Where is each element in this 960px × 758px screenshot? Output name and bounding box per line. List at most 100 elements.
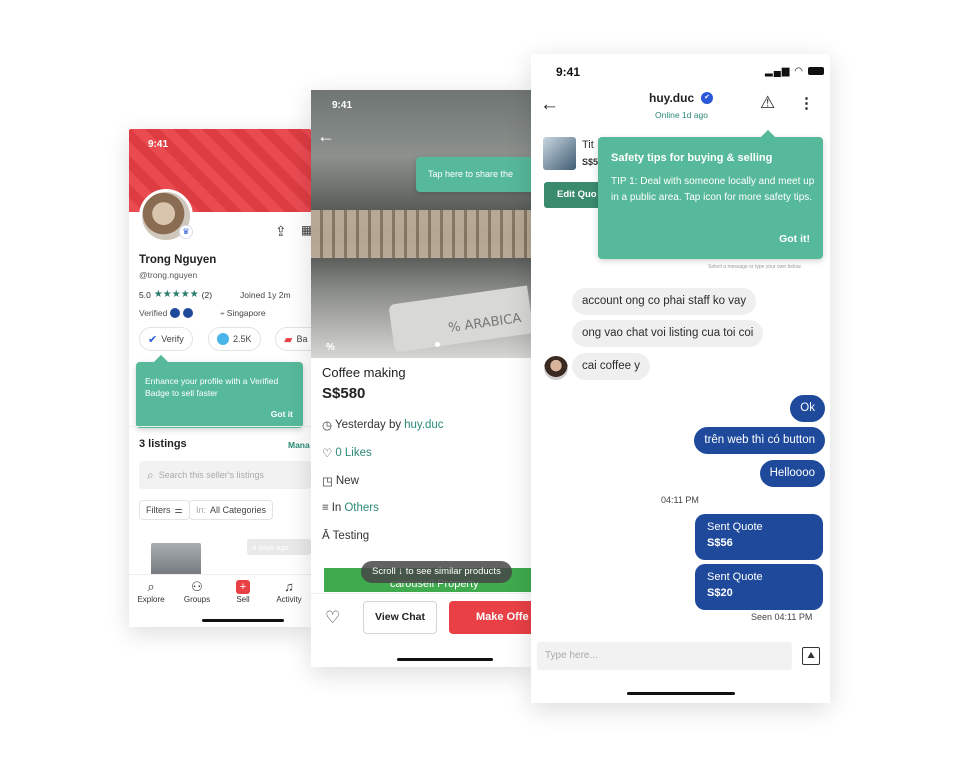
profile-handle: @trong.nguyen	[139, 270, 198, 280]
bag-icon: ▰	[284, 333, 293, 346]
outgoing-message[interactable]: Helloooo	[759, 460, 825, 487]
incoming-message[interactable]: ong vao chat voi listing cua toi coi	[572, 320, 764, 347]
listing-photo[interactable]: % ARABICA %	[311, 90, 531, 358]
status-time: 9:41	[148, 139, 169, 150]
view-chat-button[interactable]: View Chat	[363, 601, 437, 634]
nav-sell[interactable]: + Sell	[221, 579, 265, 604]
listing-age: 4 days ago	[252, 543, 289, 552]
tooltip-text: Enhance your profile with a Verified Bad…	[145, 376, 279, 398]
nav-groups-label: Groups	[183, 595, 211, 604]
qr-code-icon[interactable]: ▦	[301, 223, 311, 237]
share-icon[interactable]: ⇪	[275, 223, 287, 240]
manage-link[interactable]: Mana	[288, 440, 310, 450]
condition-value: New	[335, 475, 359, 487]
listings-count: 3 listings	[139, 438, 187, 450]
search-icon: ⌕	[147, 579, 155, 594]
signal-icon: ▂▄▆	[765, 66, 791, 77]
category-filter-select[interactable]: In: All Categories	[189, 500, 274, 520]
description-text: Testing	[332, 530, 370, 542]
home-indicator	[627, 692, 735, 695]
back-arrow-icon[interactable]: ←	[540, 94, 559, 116]
online-status: Online 1d ago	[655, 110, 708, 120]
incoming-message[interactable]: cai coffee y	[572, 353, 650, 380]
back-arrow-icon[interactable]: ←	[317, 126, 335, 147]
category-link[interactable]: Others	[344, 502, 379, 514]
status-time: 9:41	[332, 100, 353, 111]
likes-row[interactable]: ♡ 0 Likes	[322, 446, 372, 460]
listing-card-meta: 4 days ago	[247, 539, 311, 555]
text-icon: Ā	[322, 530, 330, 542]
likes-count[interactable]: 0 Likes	[335, 447, 371, 459]
carousel-dot	[435, 342, 440, 347]
status-time: 9:41	[556, 65, 581, 79]
contact-avatar[interactable]	[544, 356, 568, 380]
nav-explore-label: Explore	[137, 595, 165, 604]
cups-shelf	[311, 210, 531, 258]
crown-badge-icon: ♛	[179, 225, 193, 239]
verified-badge-icon: ✔	[701, 92, 713, 104]
sent-quote-card[interactable]: Sent Quote S$20	[695, 564, 823, 610]
more-options-icon[interactable]: ⋮	[799, 94, 814, 112]
safety-got-it-button[interactable]: Got it!	[779, 233, 810, 245]
safety-tips-tooltip: Safety tips for buying & selling TIP 1: …	[598, 129, 823, 259]
review-count: (2)	[201, 289, 213, 300]
groups-icon: ⚇	[191, 579, 203, 594]
profile-name: Trong Nguyen	[139, 254, 217, 266]
chat-screen: 9:41 ▂▄▆ ◠ ← huy.duc ✔ Online 1d ago ⚠ ⋮…	[531, 54, 830, 703]
outgoing-message[interactable]: Ok	[790, 395, 825, 422]
coins-label: 2.5K	[233, 334, 252, 344]
image-upload-icon[interactable]: ⛰	[802, 647, 820, 665]
verified-badge-icon: ✔	[148, 333, 158, 346]
divider	[311, 593, 531, 594]
chat-username[interactable]: huy.duc	[649, 91, 694, 105]
bottom-nav: ⌕ Explore ⚇ Groups + Sell ♫ Activity	[129, 574, 311, 627]
phone-verified-icon	[170, 308, 181, 318]
seller-link[interactable]: huy.duc	[404, 419, 443, 431]
filter-sliders-icon: ⚌	[174, 504, 183, 515]
quick-reply-hint: Select a message or type your own below.	[708, 264, 802, 270]
listing-title: Coffee making	[322, 365, 406, 380]
nav-groups[interactable]: ⚇ Groups	[175, 579, 219, 604]
location-pin-icon: ⌖	[220, 308, 225, 318]
verify-pill[interactable]: ✔ Verify	[139, 327, 193, 351]
product-thumbnail[interactable]	[543, 137, 576, 170]
filters-label: Filters	[146, 505, 171, 515]
nav-activity-label: Activity	[276, 595, 302, 604]
safety-title: Safety tips for buying & selling	[611, 152, 773, 164]
make-offer-button[interactable]: Make Offe	[449, 601, 531, 634]
listing-search-input[interactable]: ⌕ Search this seller's listings	[139, 461, 311, 489]
scroll-hint: Scroll ↓ to see similar products	[361, 561, 512, 583]
incoming-message[interactable]: account ong co phai staff ko vay	[572, 288, 757, 315]
list-icon: ≡	[322, 502, 329, 514]
coins-pill[interactable]: 2.5K	[208, 327, 261, 351]
email-verified-icon	[183, 308, 194, 318]
nav-explore[interactable]: ⌕ Explore	[129, 579, 173, 604]
message-input[interactable]: Type here...	[537, 642, 792, 670]
bag-pill[interactable]: ▰ Ba	[275, 327, 311, 351]
seen-receipt: Seen 04:11 PM	[751, 612, 813, 622]
category-prefix: In	[331, 502, 342, 514]
quote-label: Sent Quote	[707, 571, 763, 583]
status-icons: ▂▄▆ ◠	[765, 66, 824, 77]
sent-quote-card[interactable]: Sent Quote S$56	[695, 514, 823, 560]
condition-row: ◳ New	[322, 474, 359, 488]
home-indicator	[397, 658, 493, 661]
plus-icon: +	[236, 580, 250, 594]
posted-prefix: Yesterday by	[335, 419, 402, 431]
bag-label: Ba	[296, 334, 308, 344]
filters-button[interactable]: Filters ⚌	[139, 500, 190, 520]
nav-sell-label: Sell	[236, 595, 250, 604]
quote-label: Sent Quote	[707, 521, 763, 533]
profile-screen: 9:41 ♛ ⇪ ▦ Trong Nguyen @trong.nguyen 5.…	[129, 129, 311, 627]
rating-row[interactable]: 5.0 ★★★★★ (2)	[139, 289, 212, 300]
nav-activity[interactable]: ♫ Activity	[267, 579, 311, 604]
warning-icon[interactable]: ⚠	[760, 93, 775, 113]
percent-logo: %	[326, 342, 335, 353]
joined-duration: Joined 1y 2m	[240, 290, 291, 300]
outgoing-message[interactable]: trên web thì có button	[694, 427, 825, 454]
bell-icon: ♫	[284, 579, 294, 594]
share-tooltip[interactable]: Tap here to share the	[416, 157, 531, 192]
tooltip-got-it-button[interactable]: Got it	[271, 409, 293, 419]
verified-label: Verified	[139, 308, 168, 318]
like-button-heart-icon[interactable]: ♡	[325, 608, 340, 628]
